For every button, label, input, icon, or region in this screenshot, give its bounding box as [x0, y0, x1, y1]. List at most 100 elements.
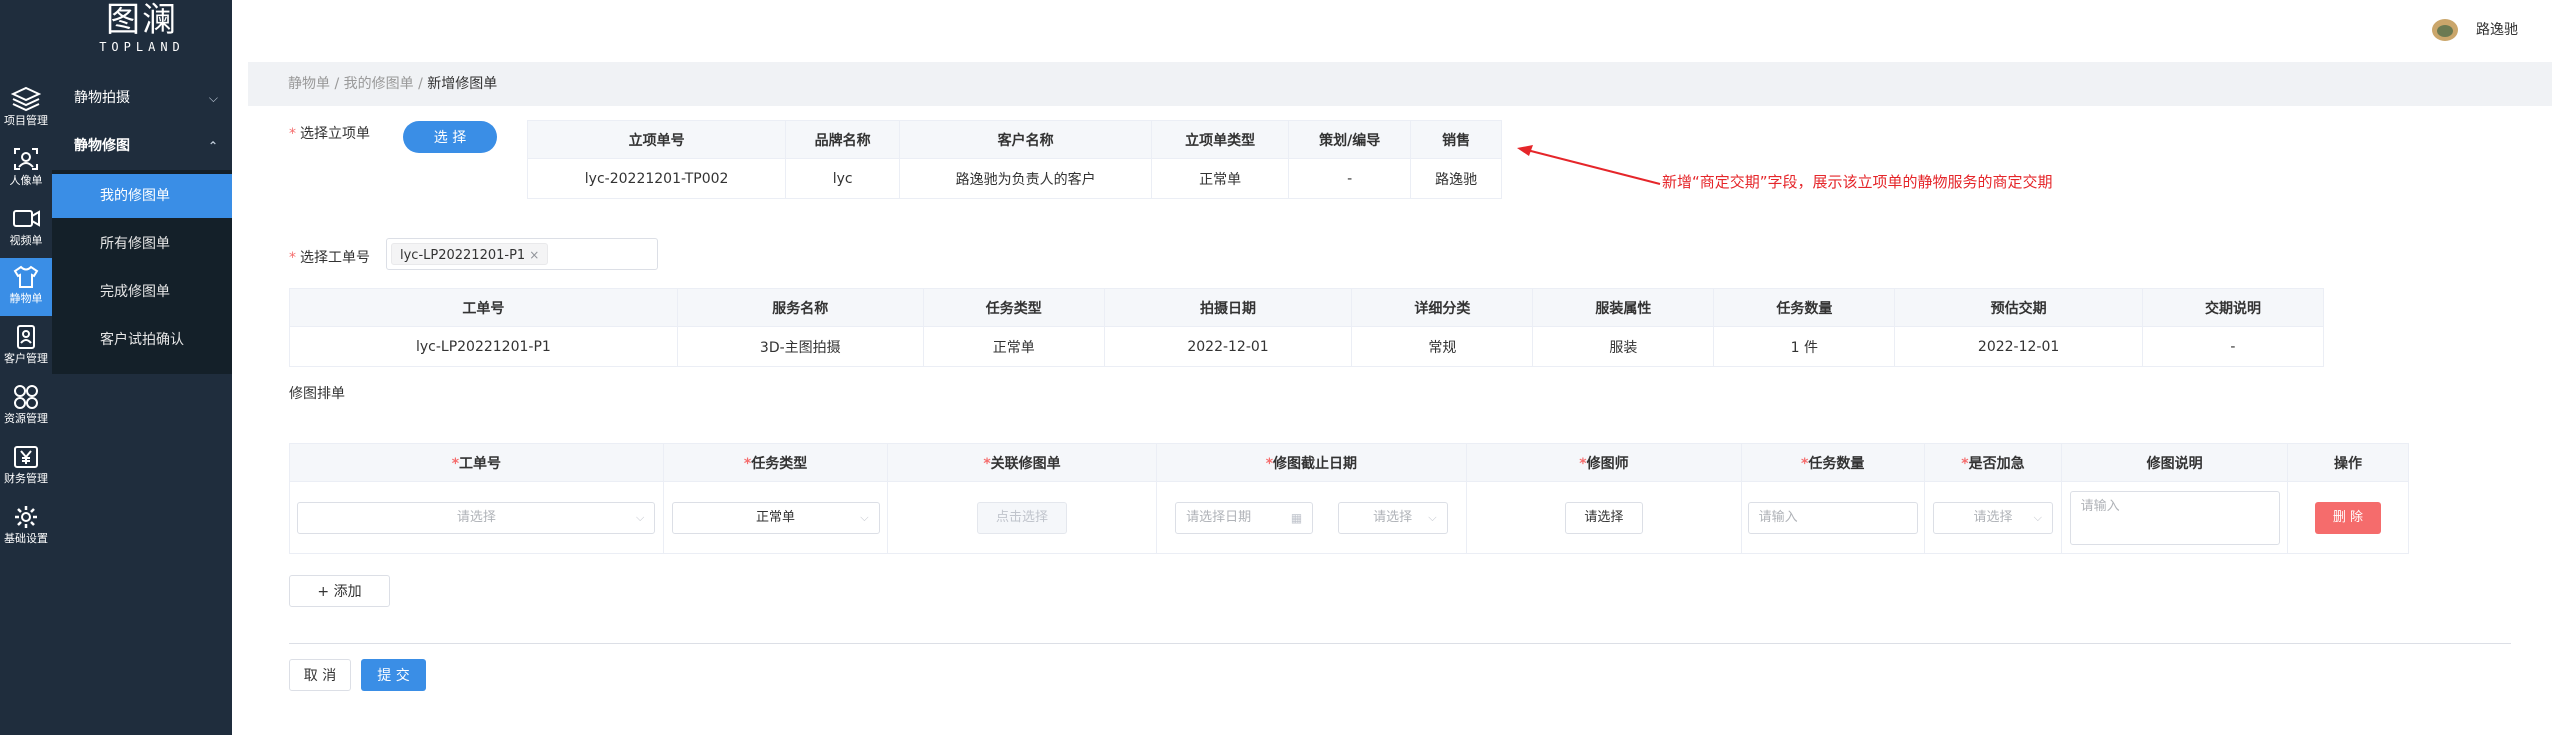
- required-mark: *: [289, 250, 296, 266]
- deadline-date-picker[interactable]: 请选择日期 ▦: [1175, 501, 1314, 534]
- workorder-dropdown[interactable]: 请选择 ⌵: [297, 501, 656, 534]
- column-header: *工单号: [289, 443, 664, 482]
- urgent-dropdown[interactable]: 请选择 ⌵: [1932, 501, 2053, 534]
- select-project-button[interactable]: 选 择: [403, 121, 497, 153]
- brand-name: 图澜: [106, 0, 178, 40]
- column-header: 详细分类: [1351, 288, 1534, 327]
- table-cell: 路逸驰: [1410, 158, 1502, 199]
- rail-label: 财务管理: [4, 472, 48, 485]
- column-header: *修图师: [1466, 443, 1742, 482]
- sidebar-item-customer-trial[interactable]: 客户试拍确认: [52, 318, 232, 362]
- gear-icon: [15, 506, 37, 528]
- required-mark: *: [983, 455, 991, 472]
- table-cell: 2022-12-01: [1894, 326, 2143, 367]
- rail-label: 资源管理: [4, 412, 48, 425]
- contact-icon: [17, 325, 35, 349]
- table-cell: lyc: [785, 158, 901, 199]
- column-header: 交期说明: [2141, 288, 2325, 327]
- table-cell: -: [1288, 158, 1412, 199]
- project-label-text: 选择立项单: [300, 126, 370, 142]
- column-header: 服务名称: [676, 288, 924, 327]
- column-header: *是否加急: [1923, 443, 2063, 482]
- rail-item-resource[interactable]: 资源管理: [0, 378, 52, 436]
- table-cell: -: [2141, 326, 2325, 367]
- workorder-label-text: 选择工单号: [300, 250, 370, 266]
- rail-item-project[interactable]: 项目管理: [0, 80, 52, 138]
- rail-item-video[interactable]: 视频单: [0, 200, 52, 258]
- close-icon[interactable]: ×: [529, 248, 539, 262]
- table-row: lyc-LP20221201-P1 3D-主图拍摄 正常单 2022-12-01…: [289, 326, 2325, 367]
- workorder-table: 工单号 服务名称 任务类型 拍摄日期 详细分类 服装属性 任务数量 预估交期 交…: [289, 288, 2325, 367]
- breadcrumb-item[interactable]: 静物单: [288, 76, 330, 92]
- rail-item-settings[interactable]: 基础设置: [0, 498, 52, 556]
- cancel-button[interactable]: 取 消: [289, 659, 351, 691]
- deadline-time-dropdown[interactable]: 请选择 ⌵: [1337, 501, 1448, 534]
- chevron-down-icon: ⌵: [1428, 510, 1437, 524]
- sidebar-item-all-retouch[interactable]: 所有修图单: [52, 222, 232, 266]
- rail-item-customer[interactable]: 客户管理: [0, 318, 52, 376]
- header-text: 任务数量: [1808, 455, 1865, 472]
- table-cell: 服装: [1532, 326, 1715, 367]
- menu-group-label: 静物拍摄: [74, 90, 130, 106]
- tag-label: lyc-LP20221201-P1: [400, 248, 526, 263]
- submenu: 我的修图单 所有修图单 完成修图单 客户试拍确认: [52, 170, 232, 374]
- user-menu[interactable]: 路逸驰: [2431, 16, 2518, 44]
- task-type-dropdown[interactable]: 正常单 ⌵: [671, 501, 880, 534]
- add-row-button[interactable]: + 添加: [289, 575, 390, 607]
- breadcrumb-separator: /: [334, 76, 344, 92]
- divider: [289, 643, 2511, 644]
- header-text: 是否加急: [1968, 455, 2025, 472]
- rail-item-still[interactable]: 静物单: [0, 258, 52, 316]
- select-retoucher-button[interactable]: 请选择: [1564, 501, 1643, 534]
- column-header: 立项单类型: [1151, 120, 1290, 159]
- table-cell: 请选择 ⌵: [289, 481, 664, 554]
- table-cell: 路逸驰为负责人的客户: [899, 158, 1153, 199]
- table-cell: 正常单 ⌵: [662, 481, 889, 554]
- workorder-select[interactable]: lyc-LP20221201-P1 ×: [386, 238, 658, 270]
- sidebar-item-my-retouch[interactable]: 我的修图单: [52, 174, 232, 218]
- column-header: 任务数量: [1713, 288, 1896, 327]
- column-header: 操作: [2286, 443, 2410, 482]
- breadcrumb-item[interactable]: 我的修图单: [344, 76, 414, 92]
- delete-row-button[interactable]: 删 除: [2314, 501, 2381, 534]
- breadcrumb: 静物单 / 我的修图单 / 新增修图单: [248, 62, 2552, 106]
- video-icon: [13, 210, 40, 227]
- dropdown-value: 正常单: [756, 509, 796, 525]
- user-name: 路逸驰: [2476, 22, 2518, 38]
- chevron-down-icon: ⌵: [636, 510, 645, 524]
- table-cell: 1 件: [1713, 326, 1896, 367]
- table-cell: 正常单: [1151, 158, 1290, 199]
- table-header-row: 立项单号 品牌名称 客户名称 立项单类型 策划/编导 销售: [526, 120, 1502, 159]
- link-retouch-button[interactable]: 点击选择: [976, 501, 1067, 534]
- rail-label: 基础设置: [4, 532, 48, 545]
- breadcrumb-current: 新增修图单: [427, 76, 498, 92]
- column-header: 销售: [1410, 120, 1502, 159]
- avatar: [2431, 19, 2458, 41]
- retouch-note-textarea[interactable]: 请输入: [2069, 490, 2280, 545]
- rail-label: 静物单: [9, 292, 43, 305]
- menu-group-still-shoot[interactable]: 静物拍摄 ⌵: [52, 74, 232, 122]
- table-header-row: *工单号 *任务类型 *关联修图单 *修图截止日期 *修图师 *任务数量 *是否…: [289, 443, 2410, 482]
- chevron-down-icon: ⌵: [208, 91, 218, 105]
- header-text: 修图师: [1586, 455, 1629, 472]
- rail-label: 人像单: [9, 174, 43, 187]
- rail-item-portrait[interactable]: 人像单: [0, 140, 52, 198]
- quantity-input[interactable]: 请输入: [1747, 501, 1918, 534]
- column-header: 拍摄日期: [1103, 288, 1353, 327]
- header-text: 工单号: [459, 455, 502, 472]
- sidebar-item-done-retouch[interactable]: 完成修图单: [52, 270, 232, 314]
- dropdown-placeholder: 请选择: [1973, 509, 2013, 525]
- menu-group-still-retouch[interactable]: 静物修图 ⌃: [52, 122, 232, 170]
- table-cell: 点击选择: [887, 481, 1157, 554]
- rail-label: 客户管理: [4, 352, 48, 365]
- column-header: 任务类型: [922, 288, 1105, 327]
- table-row: lyc-20221201-TP002 lyc 路逸驰为负责人的客户 正常单 - …: [526, 158, 1502, 199]
- layers-icon: [11, 86, 41, 112]
- table-cell: 正常单: [922, 326, 1105, 367]
- required-mark: *: [1265, 455, 1274, 472]
- rail-item-finance[interactable]: 财务管理: [0, 438, 52, 496]
- header-text: 操作: [2333, 455, 2362, 472]
- brand-logo[interactable]: 图澜 TOPLAND: [52, 0, 232, 62]
- yen-icon: [14, 446, 38, 468]
- submit-button[interactable]: 提 交: [361, 659, 426, 691]
